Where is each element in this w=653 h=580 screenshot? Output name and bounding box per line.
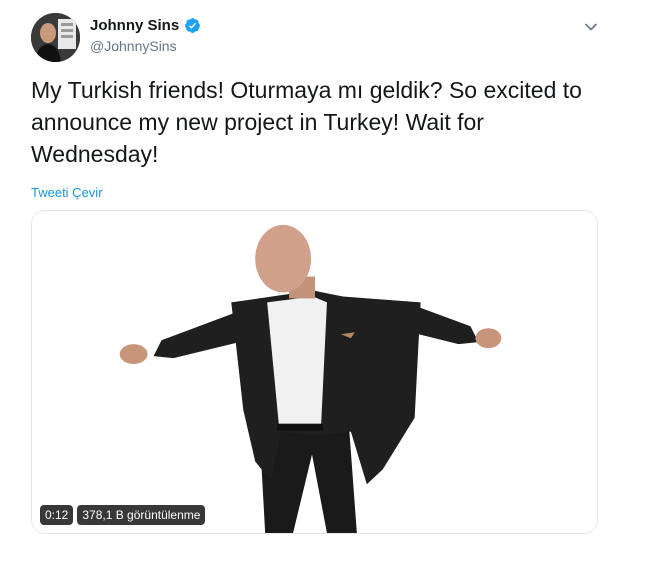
user-info: Johnny Sins @JohnnySins — [90, 17, 201, 54]
tweet-text: My Turkish friends! Oturmaya mı geldik? … — [31, 74, 611, 170]
video-view-count: 378,1 B görüntülenme — [77, 505, 206, 525]
video-thumbnail — [32, 211, 597, 533]
translate-tweet-link[interactable]: Tweeti Çevir — [31, 185, 103, 200]
avatar-image — [31, 13, 80, 62]
tweet-text-line: My Turkish friends! Oturmaya mı geldik? … — [31, 77, 582, 103]
tweet-card: Johnny Sins @JohnnySins My Turkish frien… — [0, 0, 653, 580]
display-name-row: Johnny Sins — [90, 17, 201, 34]
video-duration: 0:12 — [40, 505, 74, 525]
chevron-down-icon[interactable] — [583, 19, 599, 35]
tweet-text-line: announce my new project in Turkey! Wait … — [31, 109, 484, 135]
display-name[interactable]: Johnny Sins — [90, 17, 179, 34]
avatar[interactable] — [31, 13, 80, 62]
tweet-text-line: Wednesday! — [31, 141, 159, 167]
verified-badge-icon — [185, 18, 201, 33]
video-player[interactable]: 0:12 378,1 B görüntülenme — [31, 210, 598, 534]
video-info-overlay: 0:12 378,1 B görüntülenme — [40, 505, 206, 525]
user-handle[interactable]: @JohnnySins — [90, 38, 201, 54]
